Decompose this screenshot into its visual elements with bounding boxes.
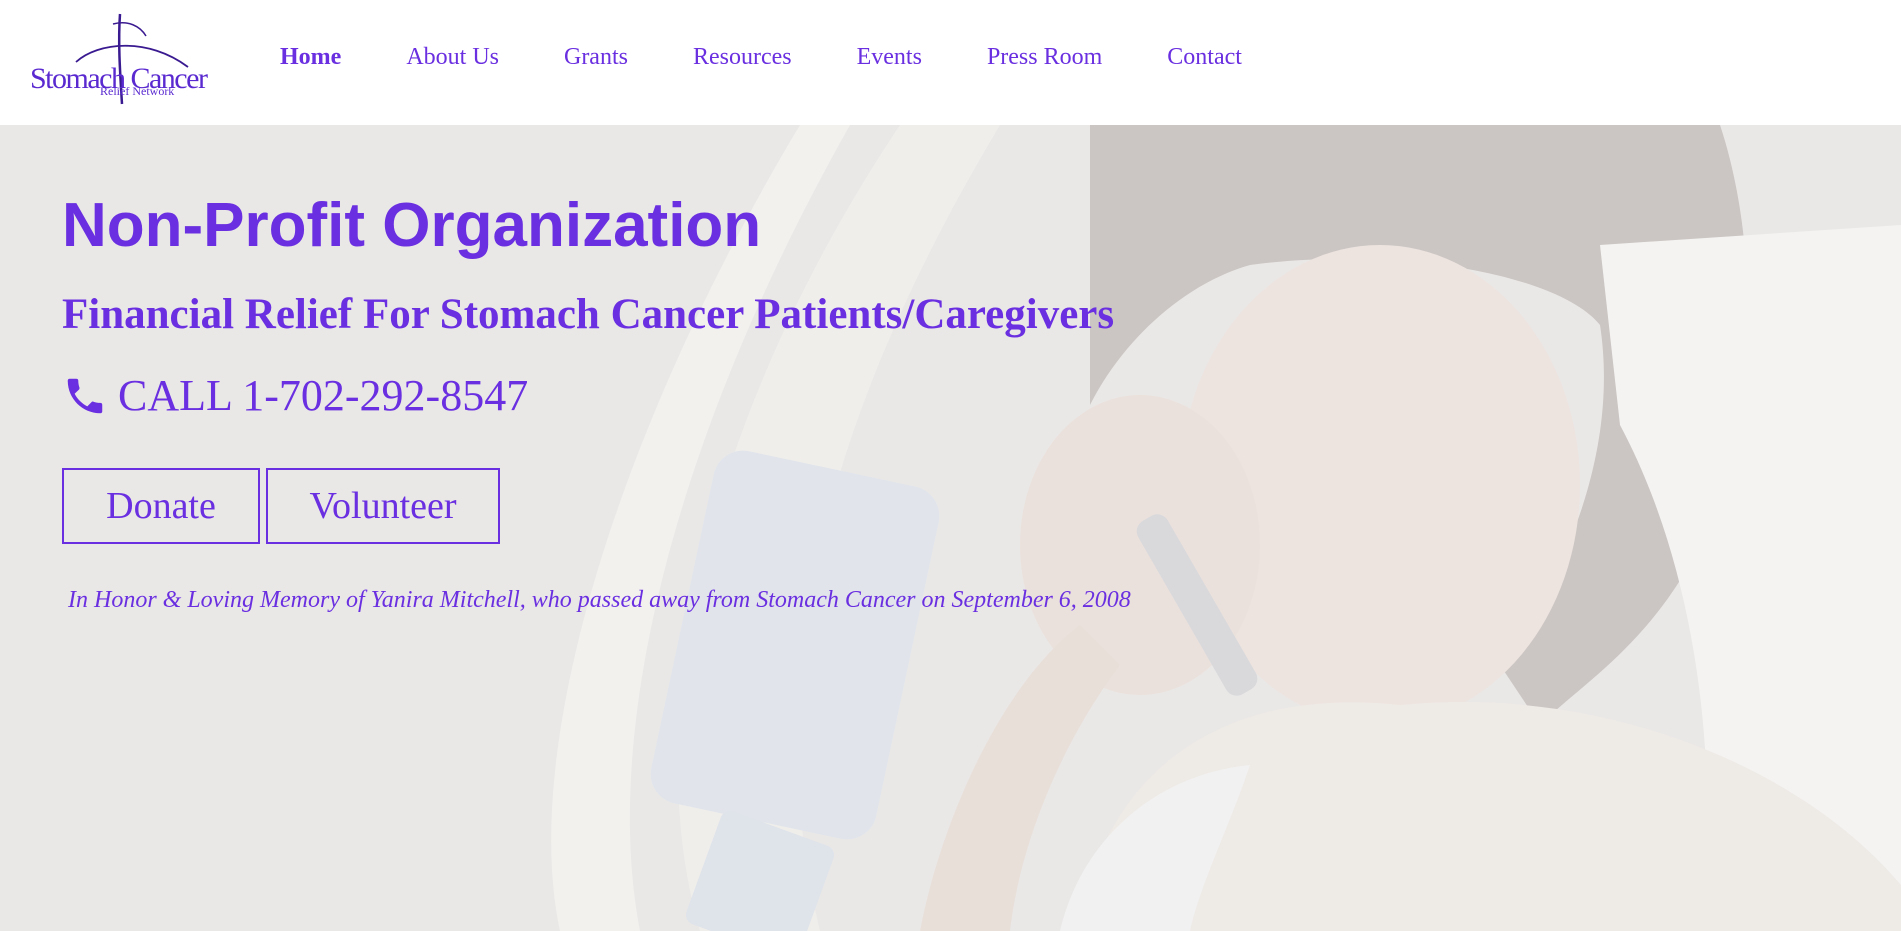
hero-subtitle: Financial Relief For Stomach Cancer Pati… [62,291,1115,338]
phone-icon [67,378,103,413]
nav-item-home[interactable]: Home [280,44,341,71]
nav-item-about-us[interactable]: About Us [406,44,499,71]
phone-number[interactable]: CALL 1-702-292-8547 [118,370,528,421]
nav-item-events[interactable]: Events [857,44,922,71]
nav-item-press-room[interactable]: Press Room [987,44,1102,71]
hero-section: Non-Profit Organization Financial Relief… [0,125,1901,931]
site-logo[interactable]: Stomach Cancer Relief Network [28,12,223,107]
nav-item-resources[interactable]: Resources [693,44,792,71]
cta-buttons: Donate Volunteer [62,468,500,544]
nav-item-grants[interactable]: Grants [564,44,628,71]
main-nav: Home About Us Grants Resources Events Pr… [280,44,1307,71]
donate-button[interactable]: Donate [62,468,260,544]
hero-title: Non-Profit Organization [62,191,762,260]
logo-subtext: Relief Network [100,84,175,98]
memorial-text: In Honor & Loving Memory of Yanira Mitch… [68,587,1131,613]
nav-item-contact[interactable]: Contact [1167,44,1242,71]
phone-line[interactable]: CALL 1-702-292-8547 [62,370,528,421]
volunteer-button[interactable]: Volunteer [266,468,500,544]
site-header: Stomach Cancer Relief Network Home About… [0,0,1901,125]
